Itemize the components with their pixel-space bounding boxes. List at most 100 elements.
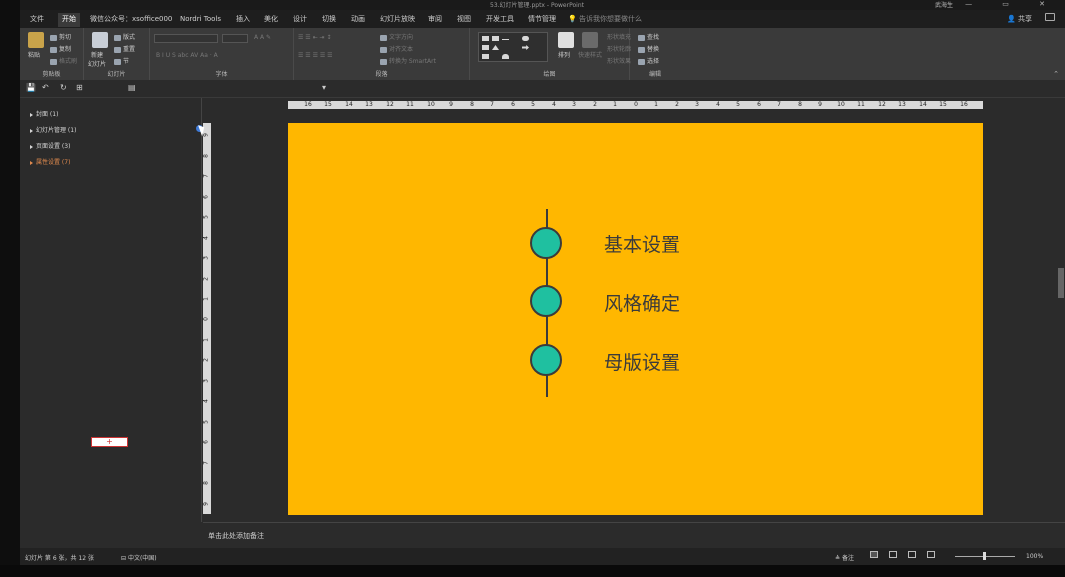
tab-home[interactable]: 开始 xyxy=(58,13,80,27)
zoom-slider-knob[interactable] xyxy=(983,552,986,560)
arrange-icon[interactable] xyxy=(558,32,574,48)
notes-toggle[interactable]: ≜ 备注 xyxy=(835,553,854,562)
curve-shape-icon[interactable] xyxy=(502,54,509,59)
timeline-node-1[interactable] xyxy=(530,227,562,259)
taskbar-strip xyxy=(0,565,1065,577)
window-controls[interactable]: — ▭ ✕ xyxy=(965,0,1059,8)
font-name-box[interactable] xyxy=(154,34,218,43)
replace-button[interactable]: 替换 xyxy=(638,44,659,53)
line-shape-icon[interactable] xyxy=(502,39,509,40)
frame-shape-icon[interactable] xyxy=(482,54,489,59)
square-shape-icon[interactable] xyxy=(482,45,489,50)
arrange-button[interactable]: 排列 xyxy=(558,50,570,59)
align-text-button[interactable]: 对齐文本 xyxy=(380,44,413,53)
expand-arrow-icon[interactable] xyxy=(30,144,33,149)
tab-design[interactable]: 设计 xyxy=(289,13,311,27)
tab-transitions[interactable]: 切换 xyxy=(318,13,340,27)
font-style-buttons[interactable]: B I U S abc AV Aa · A xyxy=(156,52,218,59)
tab-storyline[interactable]: 情节管理 xyxy=(524,13,560,27)
timeline-label-3[interactable]: 母版设置 xyxy=(604,348,680,375)
smartart-button[interactable]: 转换为 SmartArt xyxy=(380,56,436,65)
collapse-ribbon-icon[interactable]: ⌃ xyxy=(1053,70,1059,78)
list-buttons[interactable]: ☰ ☰ ⇤ ⇥ ↕ xyxy=(298,34,331,41)
font-size-box[interactable] xyxy=(222,34,248,43)
tab-wechat[interactable]: 微信公众号：xsoffice000 xyxy=(86,13,176,27)
shapes-gallery[interactable] xyxy=(478,32,548,62)
expand-arrow-icon[interactable] xyxy=(30,160,33,165)
paste-icon[interactable] xyxy=(28,32,44,48)
quick-styles-icon[interactable] xyxy=(582,32,598,48)
ruler-tick: 9 xyxy=(818,101,822,108)
zoom-level[interactable]: 100% xyxy=(1026,553,1043,560)
comment-icon[interactable] xyxy=(1045,13,1055,21)
section-item-slide-management[interactable]: 幻灯片管理 (1) xyxy=(30,125,76,134)
share-button[interactable]: 👤 共享 xyxy=(1007,14,1032,24)
notes-pane[interactable]: 单击此处添加备注 xyxy=(203,522,1065,548)
reading-view-icon[interactable] xyxy=(908,551,916,558)
section-item-page-setup[interactable]: 页面设置 (3) xyxy=(30,141,70,150)
text-direction-button[interactable]: 文字方向 xyxy=(380,32,413,41)
tab-developer[interactable]: 开发工具 xyxy=(482,13,518,27)
find-button[interactable]: 查找 xyxy=(638,32,659,41)
timeline-label-1[interactable]: 基本设置 xyxy=(604,230,680,257)
cut-button[interactable]: 剪切 xyxy=(50,32,71,41)
new-slide-button[interactable]: 新建 幻灯片 xyxy=(88,50,106,68)
tab-file[interactable]: 文件 xyxy=(26,13,48,27)
quick-styles-button[interactable]: 快速样式 xyxy=(578,50,602,59)
redo-icon[interactable]: ↻ xyxy=(60,83,67,92)
shape-effects-button[interactable]: 形状效果 xyxy=(607,56,631,65)
tab-beautify[interactable]: 美化 xyxy=(260,13,282,27)
section-item-properties[interactable]: 属性设置 (7) xyxy=(30,157,70,166)
tab-nordri-tools[interactable]: Nordri Tools xyxy=(176,13,225,27)
start-slideshow-icon[interactable]: ⊞ xyxy=(76,83,83,92)
arrow-shape-icon[interactable] xyxy=(522,45,529,50)
tab-slideshow[interactable]: 幻灯片放映 xyxy=(376,13,419,27)
language-indicator[interactable]: ⊟ 中文(中国) xyxy=(121,553,157,562)
section-button[interactable]: 节 xyxy=(114,56,129,65)
shape-fill-button[interactable]: 形状填充 xyxy=(607,32,631,41)
undo-icon[interactable]: ↶ xyxy=(42,83,49,92)
tell-me-search[interactable]: 💡 告诉我你想要做什么 xyxy=(568,14,642,24)
layout-button[interactable]: 版式 xyxy=(114,32,135,41)
font-size-buttons[interactable]: A A ✎ xyxy=(254,34,271,41)
present-icon[interactable]: ▤ xyxy=(128,83,136,92)
slide-sorter-icon[interactable] xyxy=(889,551,897,558)
select-button[interactable]: 选择 xyxy=(638,56,659,65)
ruler-tick: 15 xyxy=(324,101,332,108)
triangle-shape-icon[interactable] xyxy=(492,45,499,50)
paste-button[interactable]: 粘贴 xyxy=(28,50,40,59)
copy-button[interactable]: 复制 xyxy=(50,44,71,53)
slide-canvas[interactable]: 基本设置 风格确定 母版设置 xyxy=(288,123,983,515)
ruler-tick: 13 xyxy=(365,101,373,108)
add-slide-button[interactable]: + xyxy=(91,437,128,447)
normal-view-icon[interactable] xyxy=(870,551,878,558)
expand-arrow-icon[interactable] xyxy=(30,112,33,117)
reset-button[interactable]: 重置 xyxy=(114,44,135,53)
format-painter-button[interactable]: 格式刷 xyxy=(50,56,77,65)
section-item-cover[interactable]: 封面 (1) xyxy=(30,109,58,118)
slideshow-view-icon[interactable] xyxy=(927,551,935,558)
new-slide-icon[interactable] xyxy=(92,32,108,48)
ruler-tick: 7 xyxy=(777,101,781,108)
ruler-tick: 7 xyxy=(203,174,210,178)
ellipse-shape-icon[interactable] xyxy=(522,36,529,41)
shape-outline-button[interactable]: 形状轮廓 xyxy=(607,44,631,53)
tab-view[interactable]: 视图 xyxy=(453,13,475,27)
notes-placeholder[interactable]: 单击此处添加备注 xyxy=(208,531,264,541)
rect-shape-icon[interactable] xyxy=(482,36,489,41)
customize-qat-icon[interactable]: ▾ xyxy=(322,83,326,92)
vertical-scrollbar[interactable] xyxy=(1057,98,1065,522)
copy-label: 复制 xyxy=(59,46,72,53)
user-name[interactable]: 武海生 xyxy=(935,0,953,9)
save-icon[interactable]: 💾 xyxy=(26,83,36,92)
timeline-node-2[interactable] xyxy=(530,285,562,317)
timeline-label-2[interactable]: 风格确定 xyxy=(604,289,680,316)
align-buttons[interactable]: ☰ ☰ ☰ ☰ ☰ xyxy=(298,52,333,59)
tab-animations[interactable]: 动画 xyxy=(347,13,369,27)
textbox-shape-icon[interactable] xyxy=(492,36,499,41)
tab-review[interactable]: 审阅 xyxy=(424,13,446,27)
timeline-node-3[interactable] xyxy=(530,344,562,376)
tab-insert[interactable]: 插入 xyxy=(232,13,254,27)
expand-arrow-icon[interactable] xyxy=(30,128,33,133)
scrollbar-thumb[interactable] xyxy=(1058,268,1064,298)
